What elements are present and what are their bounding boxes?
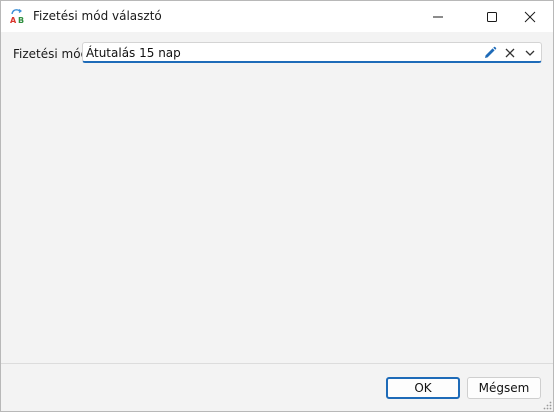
svg-text:A: A — [10, 16, 17, 24]
payment-method-value[interactable]: Átutalás 15 nap — [86, 46, 181, 60]
resize-grip-icon[interactable] — [543, 401, 552, 410]
ok-button[interactable]: OK — [386, 377, 460, 399]
pencil-icon[interactable] — [482, 45, 498, 61]
footer-divider — [1, 363, 553, 364]
window-title: Fizetési mód választó — [33, 9, 162, 23]
payment-method-combobox[interactable]: Átutalás 15 nap — [82, 42, 542, 63]
ab-text-icon: A B — [10, 9, 24, 24]
title-bar: A B Fizetési mód választó — [1, 1, 553, 32]
payment-method-label: Fizetési mód: — [13, 47, 93, 61]
close-button[interactable] — [507, 1, 553, 32]
minimize-button[interactable] — [415, 1, 461, 32]
svg-text:B: B — [18, 16, 24, 24]
dialog-window: A B Fizetési mód választó Fizetési mód: … — [0, 0, 554, 412]
clear-x-icon[interactable] — [502, 45, 518, 61]
cancel-button[interactable]: Mégsem — [467, 377, 541, 399]
minimize-icon — [433, 16, 443, 17]
maximize-icon — [487, 11, 497, 22]
chevron-down-icon[interactable] — [522, 45, 538, 61]
close-icon — [524, 11, 536, 22]
